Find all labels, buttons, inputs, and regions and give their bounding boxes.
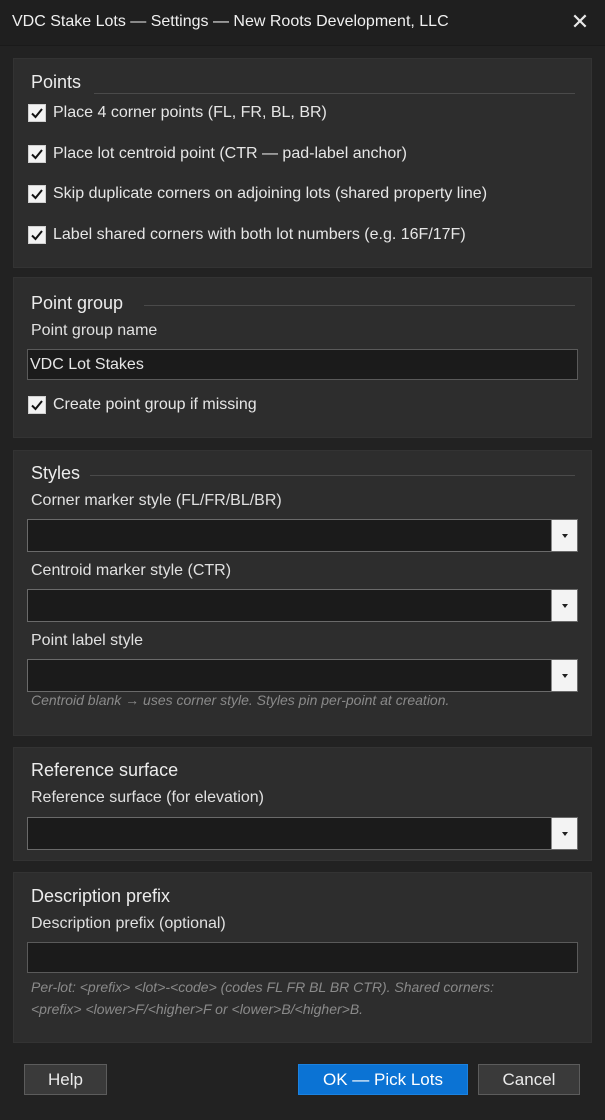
help-button[interactable]: Help xyxy=(24,1064,107,1095)
chevron-down-icon[interactable] xyxy=(551,818,577,849)
corner-style-label: Corner marker style (FL/FR/BL/BR) xyxy=(31,492,282,509)
create-point-group-checkbox[interactable]: Create point group if missing xyxy=(28,394,257,416)
check-icon xyxy=(28,396,46,414)
corner-points-checkbox[interactable]: Place 4 corner points (FL, FR, BL, BR) xyxy=(28,102,327,124)
chevron-down-icon[interactable] xyxy=(551,590,577,621)
checkbox-label: Place lot centroid point (CTR — pad-labe… xyxy=(53,145,407,162)
description-prefix-heading: Description prefix xyxy=(31,886,171,906)
reference-surface-heading: Reference surface xyxy=(31,760,179,780)
checkbox-label: Skip duplicate corners on adjoining lots… xyxy=(53,185,488,202)
point-group-panel: Point group Point group name Create poin… xyxy=(13,277,592,438)
centroid-style-label: Centroid marker style (CTR) xyxy=(31,562,232,579)
centroid-style-dropdown[interactable] xyxy=(27,589,578,622)
points-panel: Points Place 4 corner points (FL, FR, BL… xyxy=(13,58,592,268)
styles-heading: Styles xyxy=(31,463,81,483)
corner-style-dropdown[interactable] xyxy=(27,519,578,552)
ok-pick-lots-button[interactable]: OK — Pick Lots xyxy=(298,1064,468,1095)
styles-hint: Centroid blank → uses corner style. Styl… xyxy=(31,692,450,708)
description-prefix-input[interactable] xyxy=(27,942,578,973)
styles-panel: Styles Corner marker style (FL/FR/BL/BR)… xyxy=(13,450,592,736)
points-heading: Points xyxy=(31,72,82,92)
description-prefix-hint-line2: <prefix> <lower>F/<higher>F or <lower>B/… xyxy=(31,1001,364,1017)
point-group-name-input[interactable] xyxy=(27,349,578,380)
checkbox-label: Create point group if missing xyxy=(53,396,257,413)
check-icon xyxy=(28,145,46,163)
reference-surface-label: Reference surface (for elevation) xyxy=(31,789,264,806)
check-icon xyxy=(28,226,46,244)
window-title: VDC Stake Lots — Settings — New Roots De… xyxy=(12,13,449,30)
point-group-heading: Point group xyxy=(31,293,124,313)
points-divider xyxy=(94,93,575,94)
checkbox-label: Label shared corners with both lot numbe… xyxy=(53,226,466,243)
point-group-name-label: Point group name xyxy=(31,322,158,339)
description-prefix-hint-line1: Per-lot: <prefix> <lot>-<code> (codes FL… xyxy=(31,979,494,995)
styles-divider xyxy=(90,475,575,476)
centroid-point-checkbox[interactable]: Place lot centroid point (CTR — pad-labe… xyxy=(28,143,407,165)
skip-duplicates-checkbox[interactable]: Skip duplicate corners on adjoining lots… xyxy=(28,183,487,205)
reference-surface-dropdown[interactable] xyxy=(27,817,578,850)
chevron-down-icon[interactable] xyxy=(551,660,577,691)
point-label-style-dropdown[interactable] xyxy=(27,659,578,692)
close-icon[interactable]: ✕ xyxy=(567,9,593,35)
point-label-style-label: Point label style xyxy=(31,632,144,649)
chevron-down-icon[interactable] xyxy=(551,520,577,551)
point-group-divider xyxy=(144,305,575,306)
check-icon xyxy=(28,104,46,122)
checkbox-label: Place 4 corner points (FL, FR, BL, BR) xyxy=(53,104,327,121)
check-icon xyxy=(28,185,46,203)
title-bar: VDC Stake Lots — Settings — New Roots De… xyxy=(0,0,605,46)
description-prefix-panel: Description prefix Description prefix (o… xyxy=(13,872,592,1043)
reference-surface-panel: Reference surface Reference surface (for… xyxy=(13,747,592,861)
description-prefix-label: Description prefix (optional) xyxy=(31,915,226,932)
cancel-button[interactable]: Cancel xyxy=(478,1064,580,1095)
label-shared-corners-checkbox[interactable]: Label shared corners with both lot numbe… xyxy=(28,224,466,246)
